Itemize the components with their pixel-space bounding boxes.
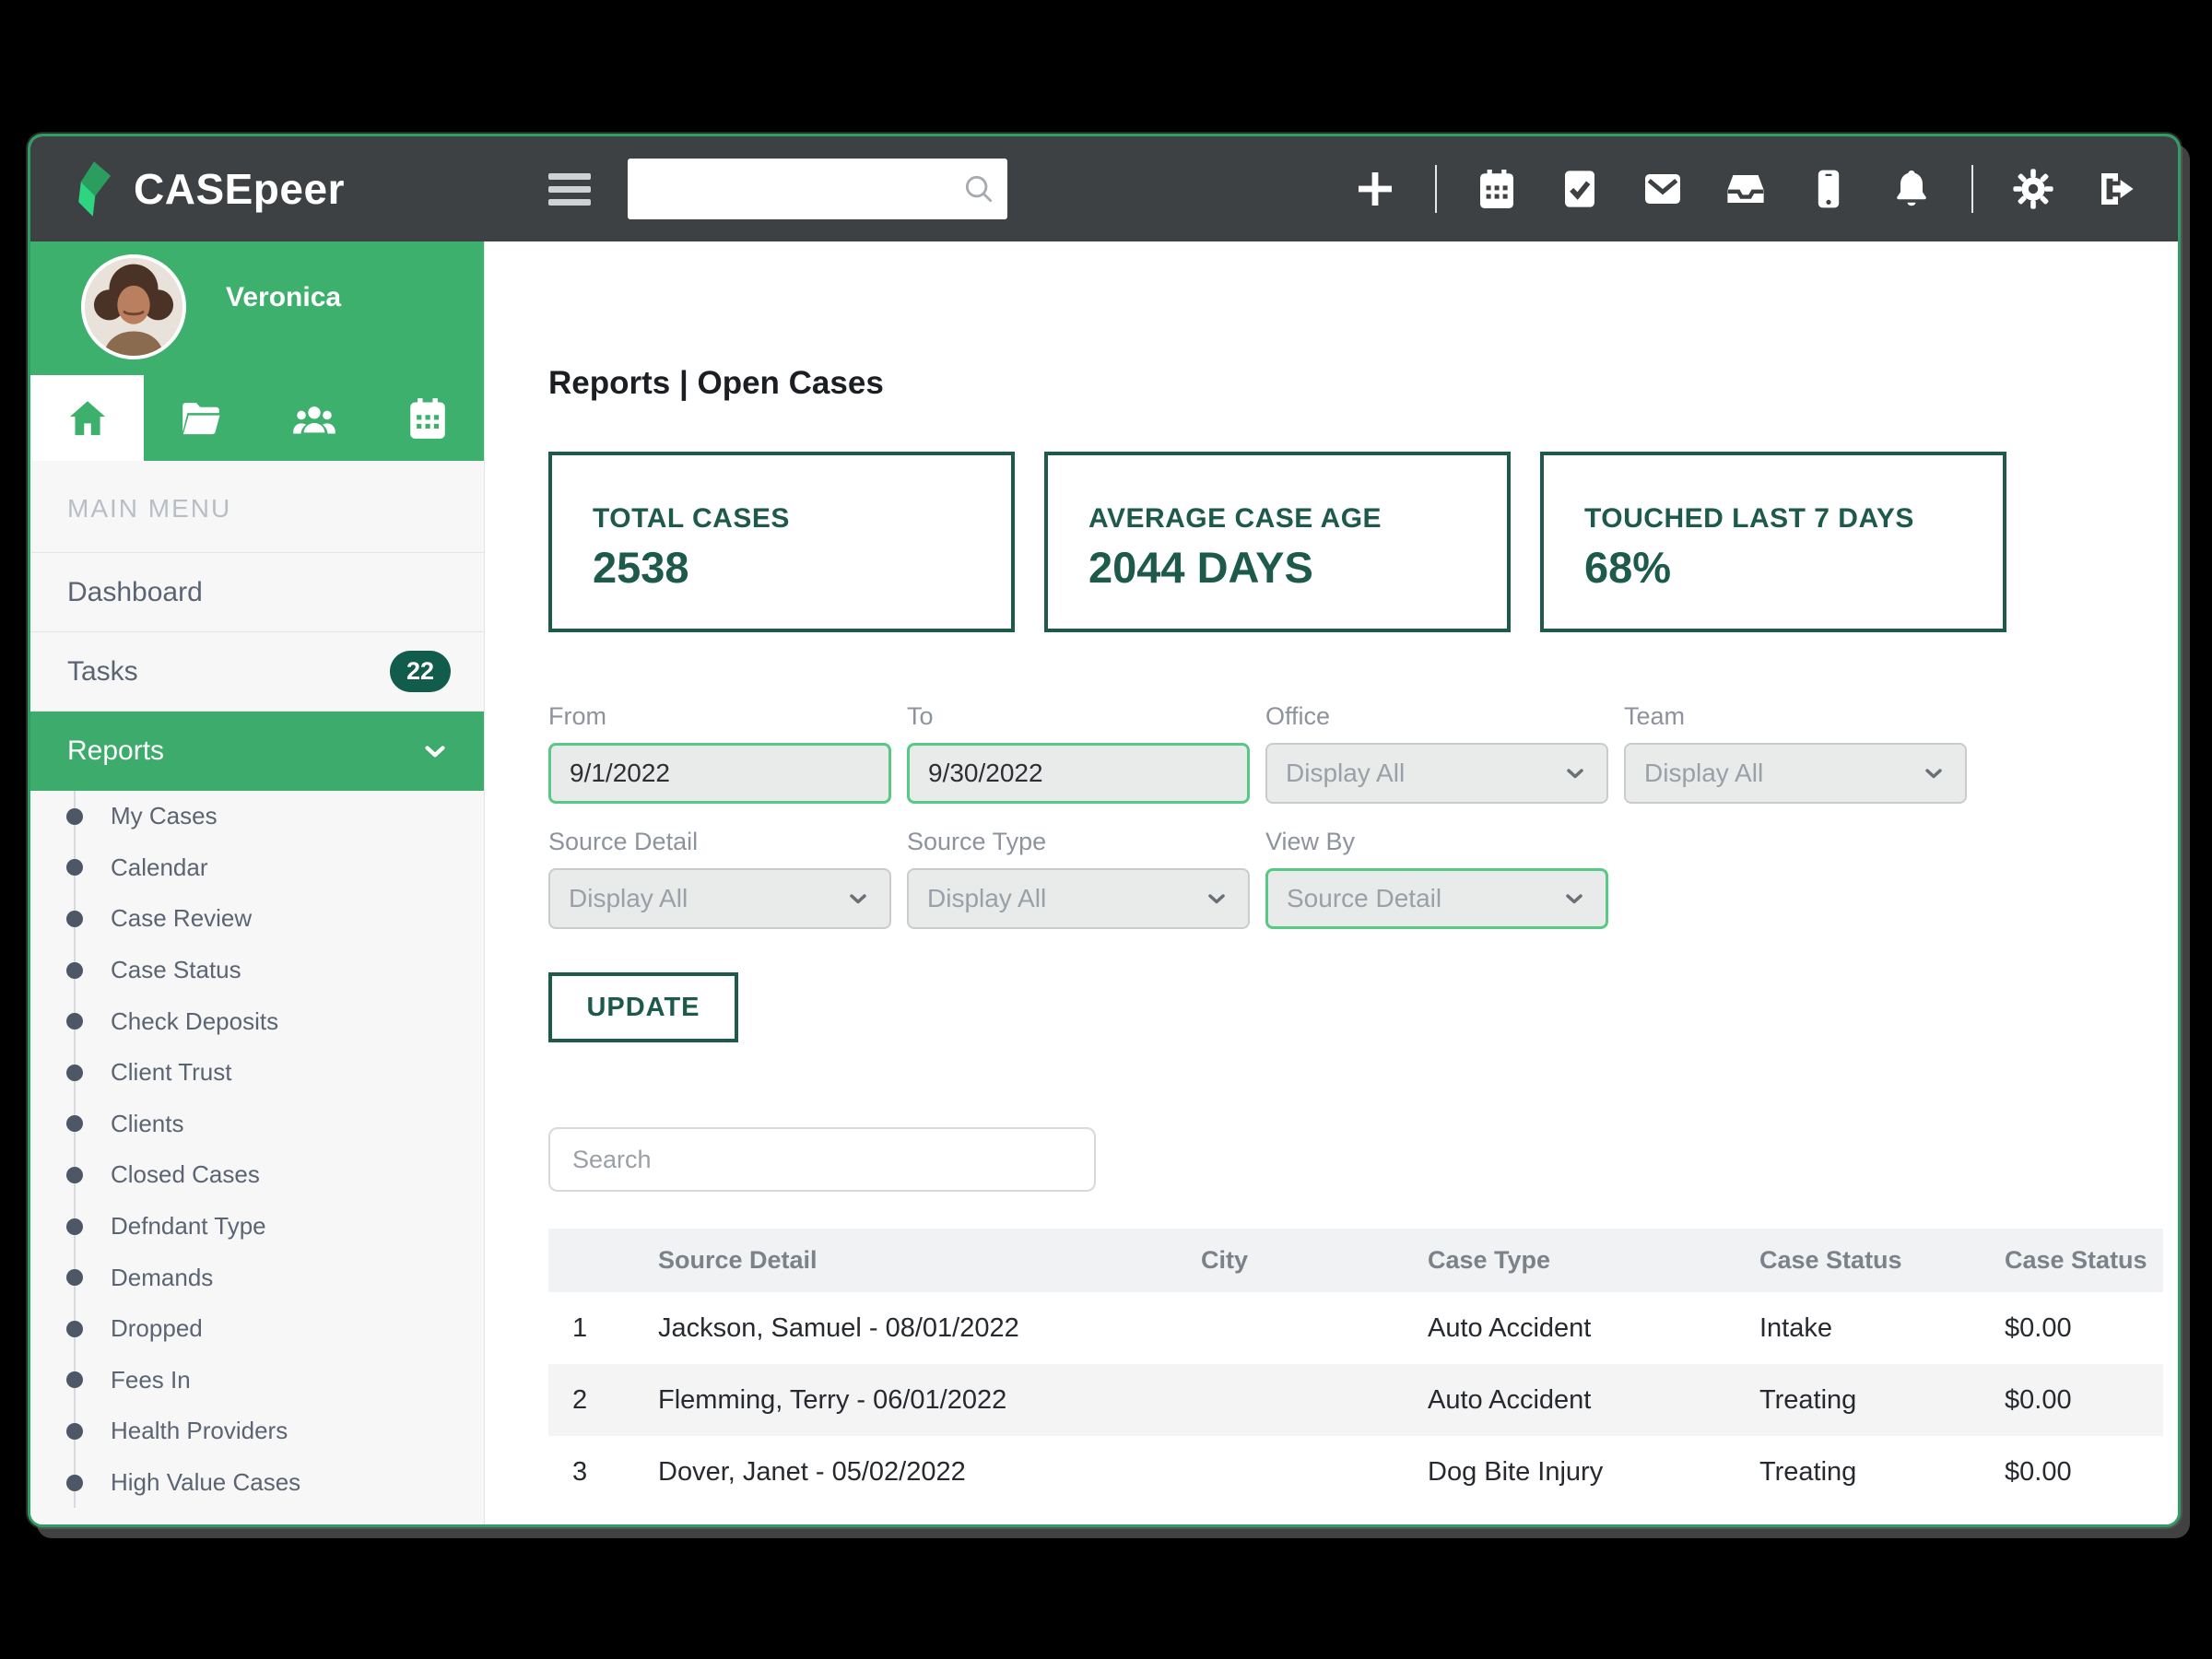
submenu-item-health-providers[interactable]: Health Providers [30, 1406, 484, 1457]
stat-card-touched-last-7-days: TOUCHED LAST 7 DAYS 68% [1540, 452, 2006, 632]
chevron-down-icon [1561, 886, 1587, 912]
submenu-item-closed-cases[interactable]: Closed Cases [30, 1149, 484, 1201]
col-header-case-status: Case Status [1759, 1229, 2005, 1292]
user-profile[interactable]: Veronica [30, 241, 484, 375]
filter-office: Office Display All [1265, 702, 1608, 804]
submenu-item-check-deposits[interactable]: Check Deposits [30, 995, 484, 1047]
tab-home[interactable] [30, 375, 144, 461]
app-window: CASEpeer [28, 134, 2181, 1527]
table-row[interactable]: 1 Jackson, Samuel - 08/01/2022 Auto Acci… [548, 1292, 2163, 1364]
chevron-down-icon [1204, 886, 1230, 912]
table-header-row: Source Detail City Case Type Case Status… [548, 1229, 2163, 1292]
open-cases-table: Source Detail City Case Type Case Status… [548, 1229, 2163, 1508]
to-date-input[interactable] [907, 743, 1250, 804]
brand-logo: CASEpeer [69, 136, 345, 241]
sidebar-item-tasks[interactable]: Tasks 22 [30, 632, 484, 712]
team-select[interactable]: Display All [1624, 743, 1967, 804]
filter-to: To [907, 702, 1250, 804]
casepeer-gem-icon [69, 160, 119, 218]
sidebar-icon-tabs [30, 375, 484, 461]
submenu-item-clients[interactable]: Clients [30, 1099, 484, 1150]
inbox-icon[interactable] [1723, 166, 1769, 212]
stat-card-average-case-age: AVERAGE CASE AGE 2044 DAYS [1044, 452, 1511, 632]
submenu-item-high-value-cases[interactable]: High Value Cases [30, 1457, 484, 1509]
top-bar: CASEpeer [30, 136, 2178, 241]
filter-source-type: Source Type Display All [907, 828, 1250, 929]
col-header-city: City [1201, 1229, 1428, 1292]
desktop-background: CASEpeer [0, 0, 2212, 1659]
mobile-icon[interactable] [1806, 166, 1852, 212]
col-header-source-detail: Source Detail [658, 1229, 1201, 1292]
tab-contacts[interactable] [257, 375, 371, 461]
tasks-count-badge: 22 [390, 651, 451, 692]
source-detail-select[interactable]: Display All [548, 868, 891, 929]
submenu-item-defndant-type[interactable]: Defndant Type [30, 1201, 484, 1253]
sidebar-item-reports[interactable]: Reports [30, 712, 484, 791]
mail-icon[interactable] [1640, 166, 1686, 212]
table-search-input[interactable] [548, 1127, 1096, 1192]
menu-toggle-icon[interactable] [548, 164, 593, 214]
topbar-icon-group [1352, 136, 2139, 241]
tab-cases[interactable] [144, 375, 257, 461]
update-button[interactable]: UPDATE [548, 972, 738, 1042]
user-avatar [81, 254, 186, 359]
settings-gear-icon[interactable] [2010, 166, 2056, 212]
table-row[interactable]: 2 Flemming, Terry - 06/01/2022 Auto Acci… [548, 1364, 2163, 1436]
tasks-check-icon[interactable] [1557, 166, 1603, 212]
logout-icon[interactable] [2093, 166, 2139, 212]
stat-card-total-cases: TOTAL CASES 2538 [548, 452, 1015, 632]
col-header-case-status-2: Case Status [2005, 1229, 2163, 1292]
submenu-item-client-trust[interactable]: Client Trust [30, 1047, 484, 1099]
filter-from: From [548, 702, 891, 804]
main-menu-heading: MAIN MENU [30, 461, 484, 553]
filter-source-detail: Source Detail Display All [548, 828, 891, 929]
submenu-item-dropped[interactable]: Dropped [30, 1303, 484, 1355]
submenu-item-my-cases[interactable]: My Cases [30, 791, 484, 842]
divider [1435, 165, 1437, 213]
sidebar-item-dashboard[interactable]: Dashboard [30, 553, 484, 632]
home-icon [65, 395, 111, 441]
sidebar-menu: Dashboard Tasks 22 Reports My Cases Cale… [30, 553, 484, 1508]
report-filters: From To Office Display All Team [548, 702, 2178, 929]
col-header-number [548, 1229, 658, 1292]
chevron-down-icon [845, 886, 871, 912]
reports-submenu: My Cases Calendar Case Review Case Statu… [30, 791, 484, 1508]
submenu-item-calendar[interactable]: Calendar [30, 842, 484, 894]
user-name: Veronica [226, 282, 341, 313]
divider [1971, 165, 1973, 213]
add-new-icon[interactable] [1352, 166, 1398, 212]
filter-view-by: View By Source Detail [1265, 828, 1608, 929]
tab-calendar[interactable] [371, 375, 484, 461]
calendar-icon [405, 395, 451, 441]
chevron-down-icon [1921, 760, 1947, 786]
folder-icon [178, 395, 224, 441]
chevron-down-icon [1562, 760, 1588, 786]
page-title: Reports | Open Cases [548, 365, 2178, 402]
submenu-item-case-status[interactable]: Case Status [30, 945, 484, 996]
col-header-case-type: Case Type [1428, 1229, 1759, 1292]
main-content: Reports | Open Cases TOTAL CASES 2538 AV… [486, 241, 2178, 1524]
global-search [628, 159, 1007, 219]
search-icon [961, 171, 996, 206]
source-type-select[interactable]: Display All [907, 868, 1250, 929]
view-by-select[interactable]: Source Detail [1265, 868, 1608, 929]
users-icon [291, 395, 337, 441]
chevron-down-icon [419, 735, 451, 767]
stat-cards: TOTAL CASES 2538 AVERAGE CASE AGE 2044 D… [548, 452, 2178, 632]
calendar-icon[interactable] [1474, 166, 1520, 212]
global-search-input[interactable] [628, 159, 1007, 219]
submenu-item-demands[interactable]: Demands [30, 1252, 484, 1303]
table-row[interactable]: 3 Dover, Janet - 05/02/2022 Dog Bite Inj… [548, 1436, 2163, 1508]
from-date-input[interactable] [548, 743, 891, 804]
brand-name: CASEpeer [134, 164, 345, 214]
sidebar: Veronica [30, 241, 485, 1524]
notifications-bell-icon[interactable] [1888, 166, 1935, 212]
filter-team: Team Display All [1624, 702, 1967, 804]
submenu-item-fees-in[interactable]: Fees In [30, 1355, 484, 1406]
office-select[interactable]: Display All [1265, 743, 1608, 804]
submenu-item-case-review[interactable]: Case Review [30, 893, 484, 945]
